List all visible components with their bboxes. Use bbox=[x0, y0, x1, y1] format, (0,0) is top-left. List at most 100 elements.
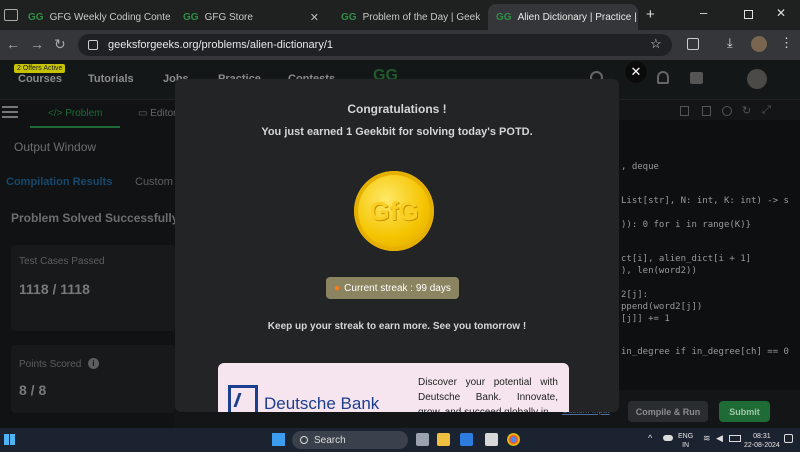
bookmark-star-icon[interactable]: ☆ bbox=[650, 36, 662, 52]
points-value: 8 / 8 bbox=[19, 382, 47, 398]
chrome-icon[interactable] bbox=[507, 433, 520, 446]
region-text: IN bbox=[682, 442, 690, 449]
streak-badge: ● Current streak : 99 days bbox=[326, 277, 459, 299]
reset-icon[interactable]: ↻ bbox=[742, 104, 751, 117]
download-icon[interactable]: ⤓ bbox=[727, 35, 733, 51]
extensions-icon[interactable] bbox=[687, 38, 699, 50]
battery-icon[interactable] bbox=[729, 435, 741, 442]
date-text: 22-08-2024 bbox=[744, 442, 780, 449]
site-info-icon[interactable] bbox=[88, 40, 98, 50]
test-cases-label: Test Cases Passed bbox=[19, 256, 105, 267]
tab-weekly-contest[interactable]: GG GFG Weekly Coding Conte ✕ bbox=[20, 4, 170, 30]
offers-badge[interactable]: 2 Offers Active bbox=[14, 64, 66, 73]
address-bar[interactable]: geeksforgeeks.org/problems/alien-diction… bbox=[78, 34, 672, 56]
settings-gear-icon[interactable] bbox=[722, 106, 732, 116]
nav-tutorials[interactable]: Tutorials bbox=[88, 73, 134, 85]
url-text: geeksforgeeks.org/problems/alien-diction… bbox=[108, 39, 334, 51]
tab-editor[interactable]: ▭ Editor bbox=[138, 108, 176, 119]
file-explorer-icon[interactable] bbox=[437, 433, 450, 446]
code-line: List[str], N: int, K: int) -> s bbox=[621, 196, 789, 206]
file-icon[interactable] bbox=[702, 106, 711, 116]
fullscreen-icon[interactable]: ⤢ bbox=[762, 104, 771, 117]
code-icon: </> bbox=[48, 108, 63, 119]
points-label: Points Scored bbox=[19, 359, 82, 370]
info-icon[interactable]: i bbox=[88, 358, 99, 369]
modal-message: You just earned 1 Geekbit for solving to… bbox=[261, 126, 533, 138]
forward-icon[interactable]: → bbox=[30, 36, 44, 52]
tab-problem-label: Problem bbox=[65, 108, 103, 119]
restore-icon[interactable] bbox=[744, 10, 753, 19]
compile-run-button[interactable]: Compile & Run bbox=[628, 401, 708, 422]
windows-start-icon[interactable] bbox=[272, 433, 285, 446]
modal-title: Congratulations ! bbox=[347, 102, 447, 116]
task-view-icon[interactable] bbox=[416, 433, 429, 446]
code-line: , deque bbox=[621, 162, 659, 172]
cloud-icon[interactable] bbox=[663, 435, 673, 441]
search-icon bbox=[300, 436, 308, 444]
browser-menu-icon[interactable]: ⋮ bbox=[780, 35, 793, 51]
tab-problem-of-the-day[interactable]: GG Problem of the Day | Geek ✕ bbox=[333, 4, 485, 30]
taskbar-search-label: Search bbox=[314, 434, 346, 446]
close-icon[interactable]: ✕ bbox=[310, 11, 319, 24]
code-line: ct[i], alien_dict[i + 1] bbox=[621, 254, 752, 264]
tab-list-icon[interactable] bbox=[4, 9, 18, 21]
gfg-favicon-icon: GG bbox=[28, 11, 44, 23]
back-icon[interactable]: ← bbox=[6, 36, 20, 52]
edge-icon[interactable] bbox=[460, 433, 473, 446]
notification-icon[interactable] bbox=[784, 434, 793, 443]
wifi-icon[interactable]: ≋ bbox=[703, 433, 711, 444]
tab-label: GFG Store bbox=[204, 11, 253, 23]
tab-label: Problem of the Day | Geek bbox=[362, 11, 481, 23]
profile-avatar[interactable] bbox=[751, 36, 767, 52]
tab-gfg-store[interactable]: GG GFG Store ✕ bbox=[175, 4, 327, 30]
tab-compilation-results[interactable]: Compilation Results bbox=[6, 176, 112, 188]
gfg-favicon-icon: GG bbox=[341, 11, 357, 23]
window-close-icon[interactable]: ✕ bbox=[776, 6, 786, 20]
lang-text: ENG bbox=[678, 433, 694, 440]
copy-icon[interactable] bbox=[680, 106, 689, 116]
speaker-icon[interactable]: ◀ bbox=[716, 433, 723, 444]
language-indicator[interactable]: ENG IN bbox=[678, 432, 693, 450]
tab-alien-dictionary[interactable]: GG Alien Dictionary | Practice | ✕ bbox=[488, 4, 638, 30]
nav-courses[interactable]: Courses bbox=[18, 73, 62, 85]
congratulations-modal: Congratulations ! You just earned 1 Geek… bbox=[175, 79, 619, 412]
gfg-favicon-icon: GG bbox=[496, 11, 512, 23]
tab-label: GFG Weekly Coding Conte bbox=[49, 11, 170, 23]
ad-text: Discover your potential with Deutsche Ba… bbox=[418, 377, 558, 412]
user-avatar[interactable] bbox=[747, 69, 767, 89]
new-tab-icon[interactable]: + bbox=[646, 6, 655, 23]
ad-brand: Deutsche Bank bbox=[264, 394, 380, 412]
widgets-icon[interactable] bbox=[4, 434, 15, 445]
coin-logo: GfG bbox=[369, 195, 419, 226]
code-line: in_degree if in_degree[ch] == 0 bbox=[621, 347, 789, 357]
gfg-favicon-icon: GG bbox=[183, 11, 199, 23]
tab-label: Alien Dictionary | Practice | bbox=[517, 11, 637, 23]
taskbar-search[interactable]: Search bbox=[292, 431, 408, 449]
minimize-icon[interactable]: – bbox=[700, 5, 707, 20]
tab-problem[interactable]: </> Problem bbox=[48, 108, 103, 119]
notification-bell-icon[interactable] bbox=[657, 71, 669, 84]
tab-custom[interactable]: Custom bbox=[135, 176, 173, 188]
tab-editor-label: Editor bbox=[150, 108, 177, 119]
modal-close-button[interactable]: ✕ bbox=[625, 61, 647, 83]
code-line: )): 0 for i in range(K)} bbox=[621, 220, 752, 230]
editor-icon: ▭ bbox=[138, 108, 148, 119]
code-editor[interactable]: , deque List[str], N: int, K: int) -> s … bbox=[615, 120, 800, 390]
code-line: [j]] += 1 bbox=[621, 314, 670, 324]
code-line: ppend(word2[j]) bbox=[621, 302, 703, 312]
hamburger-menu-mid bbox=[2, 111, 18, 113]
modal-footer-text: Keep up your streak to earn more. See yo… bbox=[267, 321, 527, 332]
clock[interactable]: 08:31 22-08-2024 bbox=[744, 432, 780, 450]
reload-icon[interactable]: ↻ bbox=[54, 36, 66, 53]
fire-icon: ● bbox=[334, 282, 341, 294]
tab-active-indicator bbox=[30, 126, 120, 128]
submit-button[interactable]: Submit bbox=[719, 401, 770, 422]
code-line: 2[j]: bbox=[621, 290, 649, 300]
output-window-title: Output Window bbox=[14, 140, 97, 154]
test-cases-value: 1118 / 1118 bbox=[19, 281, 90, 297]
status-message: Problem Solved Successfully bbox=[11, 211, 179, 225]
store-icon[interactable] bbox=[485, 433, 498, 446]
chevron-up-icon[interactable]: ^ bbox=[648, 433, 652, 443]
ad-banner[interactable]: Deutsche Bank Discover your potential wi… bbox=[218, 363, 569, 412]
translate-icon[interactable] bbox=[690, 72, 703, 84]
